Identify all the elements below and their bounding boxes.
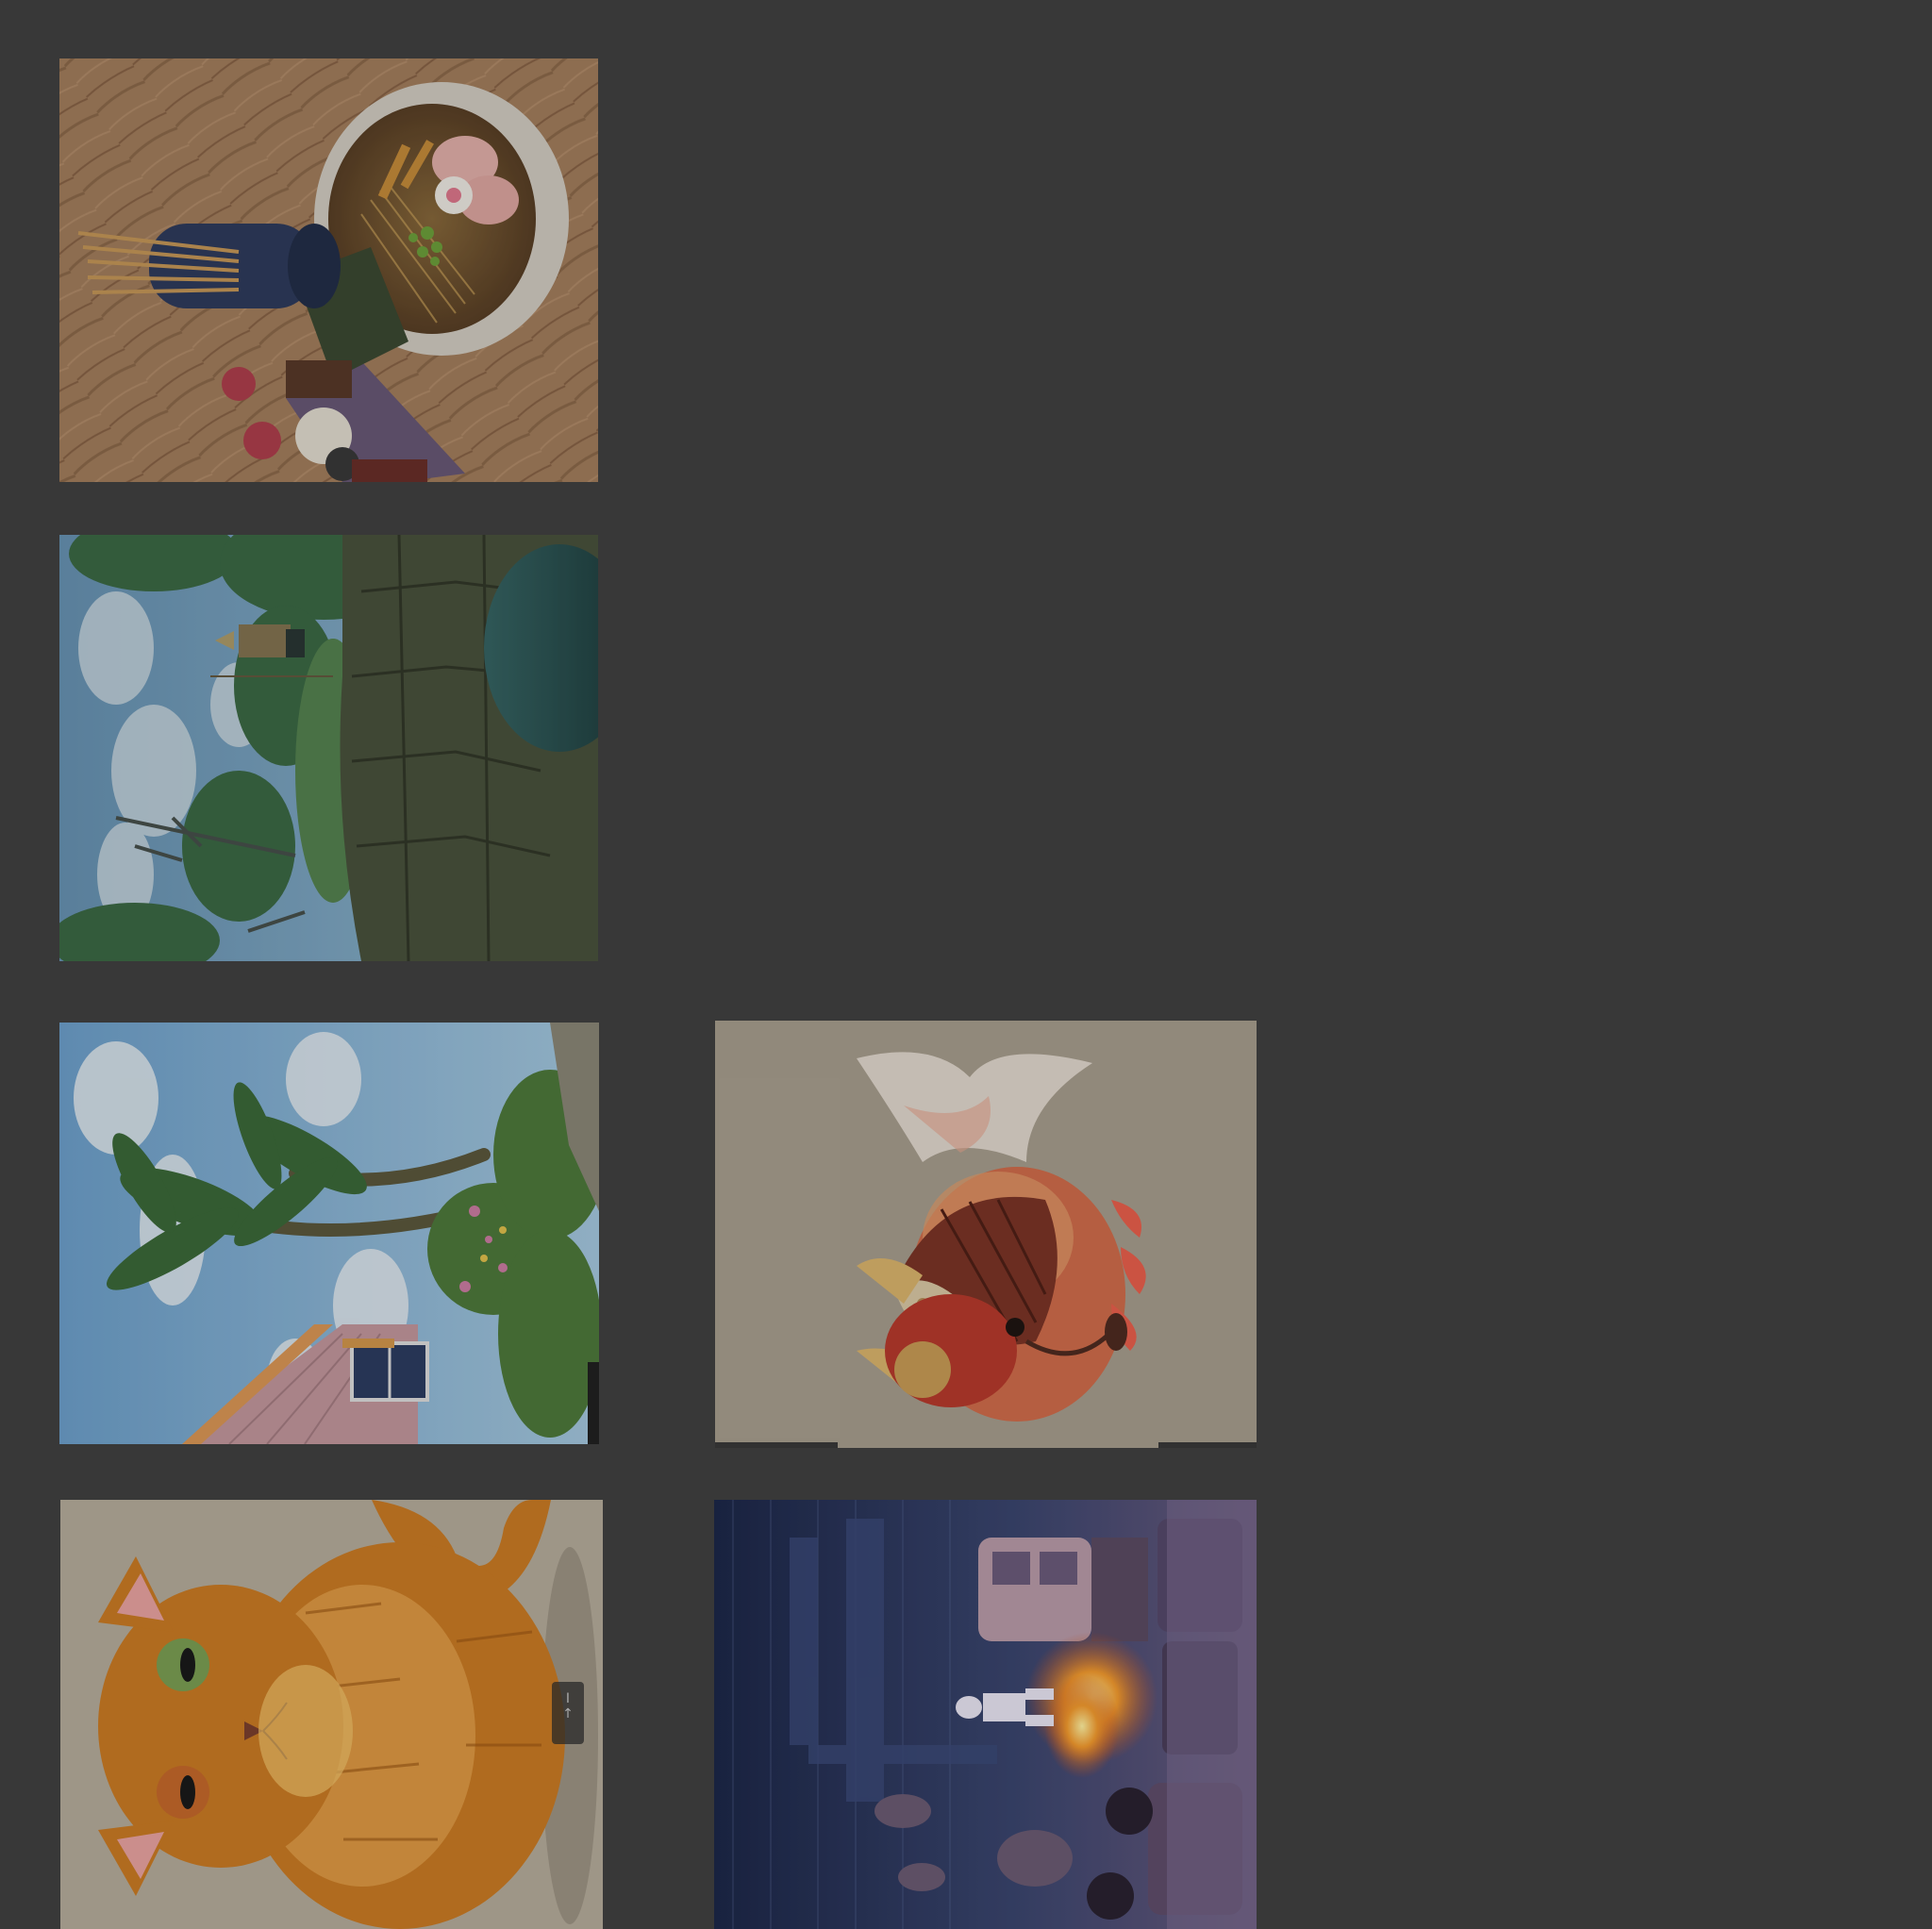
image-gallery: I ↑ bbox=[0, 0, 1932, 1929]
arrow-icon: ↑ bbox=[562, 1706, 574, 1721]
cat-illustration bbox=[60, 1500, 603, 1929]
forest-illustration bbox=[59, 535, 598, 961]
thumbnail-armored-goldfish[interactable] bbox=[715, 1021, 1257, 1448]
goldfish-illustration bbox=[715, 1021, 1257, 1448]
resize-handle[interactable]: I ↑ bbox=[552, 1682, 584, 1744]
thumbnail-forest-path[interactable] bbox=[59, 535, 598, 961]
tropical-illustration bbox=[59, 1023, 599, 1444]
thumbnail-orange-cat[interactable]: I ↑ bbox=[60, 1500, 603, 1929]
text-cursor-icon: I bbox=[565, 1691, 571, 1706]
thumbnail-ramen[interactable] bbox=[59, 58, 598, 482]
thumbnail-night-city[interactable] bbox=[714, 1500, 1257, 1929]
thumbnail-tropical-house[interactable] bbox=[59, 1023, 599, 1444]
ramen-illustration bbox=[59, 58, 598, 482]
night-city-illustration bbox=[714, 1500, 1257, 1929]
